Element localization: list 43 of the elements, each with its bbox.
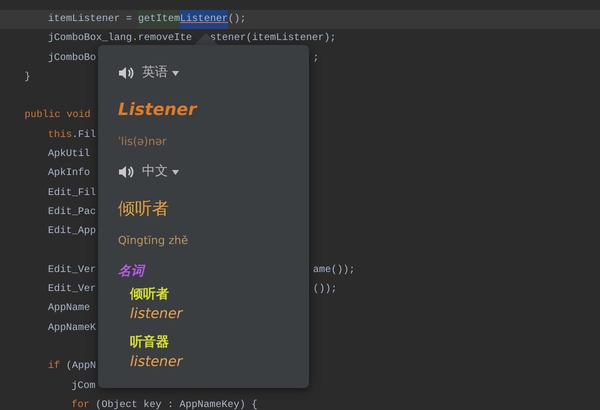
code-text: Edit_Fil [48,186,96,201]
language-dropdown[interactable]: 英语 [142,63,179,83]
code-text: stener(itemListener); [210,32,336,46]
translation-term: 倾听者 [130,287,169,302]
code-text: Edit_Ver [48,264,96,278]
code-text: jComboBox_lang.removeIte [48,32,192,46]
code-text: Edit_App [48,224,96,240]
headword: Listener [118,100,196,120]
code-text: ; [313,52,320,66]
code-text: (); [228,12,246,27]
code-text: (Object key : AppNameKey) { [94,398,258,410]
code-text: AppNameK [48,322,96,336]
pinyin-text: Qīngtīng zhě [118,234,188,247]
highlighted-code-text: getItem [138,10,180,30]
code-text: ApkInfo [48,166,90,182]
code-text: ()); [313,282,338,298]
caret-icon [172,70,179,76]
code-text: Edit_Pac [48,206,96,220]
code-text: if [48,360,60,374]
translation-term: 听音器 [130,335,169,350]
code-text: public void [24,108,91,124]
code-text: jComboBo [48,52,96,66]
language-dropdown[interactable]: 中文 [142,162,179,182]
code-text: Edit_Ver [48,282,96,298]
code-text: ApkUtil [48,148,90,162]
headword: 倾听者 [118,199,169,219]
part-of-speech: 名词 [118,264,144,279]
code-text: (AppN [65,360,96,374]
code-text: itemListener = [48,12,134,27]
caret-icon [172,170,179,174]
code-text: .Fil [72,128,96,143]
code-text: } [24,70,31,85]
selected-code-text: Listener [180,10,228,30]
speaker-icon[interactable] [118,66,134,80]
gloss-text: listener [130,354,182,370]
code-text: this [48,128,72,143]
code-text: jCom [72,380,96,394]
speaker-icon[interactable] [118,165,134,179]
gloss-text: listener [130,306,182,322]
phonetic-text: ˈlis(ə)nər [118,135,166,148]
code-text: AppName [48,302,90,316]
code-text: for [72,398,90,410]
code-text: ame()); [313,264,356,278]
